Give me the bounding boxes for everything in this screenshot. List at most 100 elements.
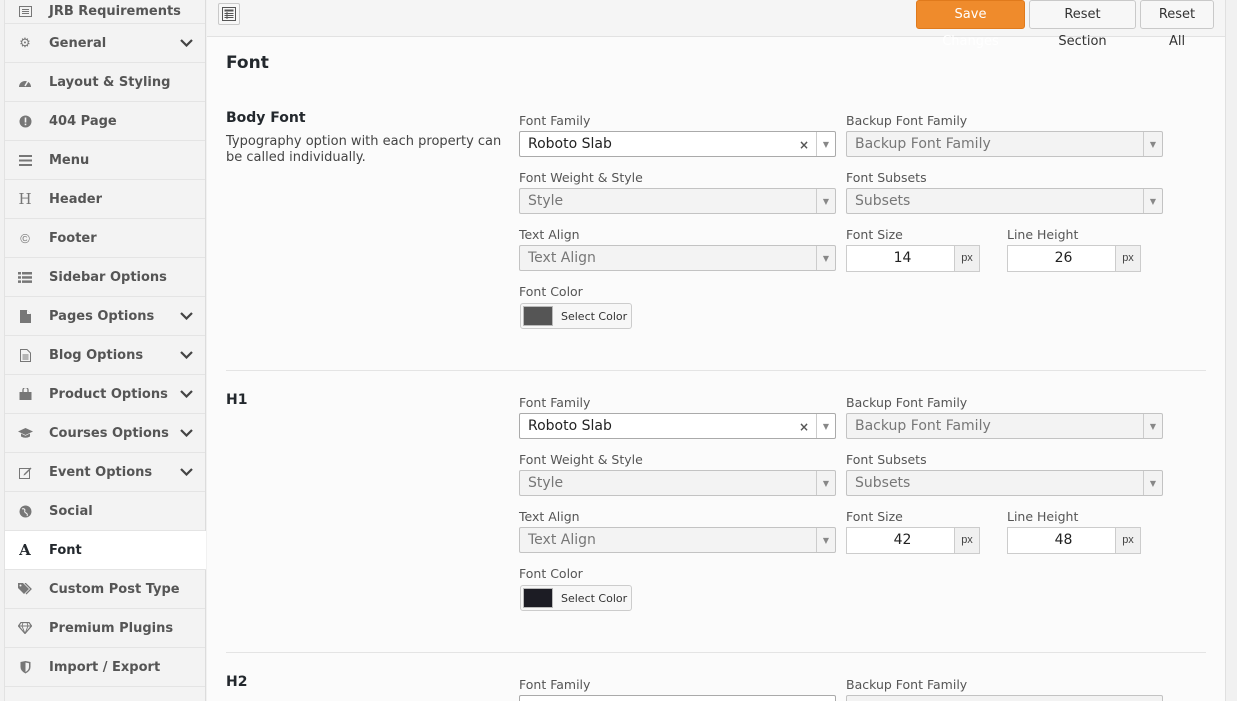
sidebar-item-courses-options[interactable]: Courses Options (5, 414, 205, 453)
font-family-select[interactable]: Roboto Slab × ▼ (519, 413, 836, 439)
sidebar-item-blog-options[interactable]: Blog Options (5, 336, 205, 375)
sidebar-item-404-page[interactable]: 404 Page (5, 102, 205, 141)
sidebar-item-label: Menu (49, 152, 90, 168)
chevron-down-icon[interactable] (180, 390, 193, 398)
backup-font-family-select[interactable]: Backup Font Family ▼ (846, 413, 1163, 439)
select-color-label: Select Color (561, 591, 628, 605)
select-placeholder: Text Align (528, 532, 596, 548)
sidebar-item-import-export[interactable]: Import / Export (5, 648, 205, 687)
chevron-down-icon[interactable] (180, 351, 193, 359)
sidebar-item-sidebar-options[interactable]: Sidebar Options (5, 258, 205, 297)
font-size-field: 14 px (846, 245, 980, 272)
clear-icon[interactable]: × (799, 138, 809, 152)
sidebar-item-social[interactable]: Social (5, 492, 205, 531)
dropdown-arrow-icon[interactable]: ▼ (816, 528, 835, 552)
sidebar-item-header[interactable]: H Header (5, 180, 205, 219)
font-icon: A (19, 541, 31, 559)
backup-font-family-select[interactable] (846, 695, 1163, 701)
font-family-label: Font Family (519, 113, 591, 128)
sidebar-item-product-options[interactable]: Product Options (5, 375, 205, 414)
font-family-select[interactable] (519, 695, 836, 701)
sidebar-item-layout-styling[interactable]: Layout & Styling (5, 63, 205, 102)
chevron-down-icon[interactable] (180, 468, 193, 476)
dropdown-arrow-icon[interactable]: ▼ (816, 189, 835, 213)
save-changes-button[interactable]: Save Changes (916, 0, 1025, 49)
select-placeholder: Text Align (528, 250, 596, 266)
copyright-icon: © (20, 230, 30, 246)
font-color-label: Font Color (519, 284, 583, 299)
header-icon: H (18, 190, 32, 208)
text-align-select[interactable]: Text Align ▼ (519, 245, 836, 271)
font-weight-style-select[interactable]: Style ▼ (519, 470, 836, 496)
file-icon (17, 308, 33, 324)
edit-icon (17, 464, 33, 480)
line-height-input[interactable]: 26 (1007, 245, 1116, 272)
backup-font-family-label: Backup Font Family (846, 677, 968, 692)
sidebar-item-premium-plugins[interactable]: Premium Plugins (5, 609, 205, 648)
font-size-field: 42 px (846, 527, 980, 554)
color-swatch (523, 306, 553, 326)
chevron-down-icon[interactable] (180, 312, 193, 320)
sidebar-item-footer[interactable]: © Footer (5, 219, 205, 258)
list-alt-icon (17, 4, 33, 20)
select-placeholder: Style (528, 193, 564, 209)
sidebar-item-custom-post-type[interactable]: Custom Post Type (5, 570, 205, 609)
sidebar-item-menu[interactable]: Menu (5, 141, 205, 180)
select-color-button[interactable]: Select Color (520, 303, 632, 329)
backup-font-family-label: Backup Font Family (846, 395, 968, 410)
group-title: H2 (226, 674, 248, 690)
sidebar-item-jrb-requirements[interactable]: JRB Requirements (5, 0, 205, 24)
line-height-field: 26 px (1007, 245, 1141, 272)
backup-font-family-label: Backup Font Family (846, 113, 968, 128)
section-title: Font (226, 53, 269, 73)
select-placeholder: Style (528, 475, 564, 491)
dropdown-arrow-icon[interactable]: ▼ (1143, 414, 1162, 438)
font-subsets-select[interactable]: Subsets ▼ (846, 470, 1163, 496)
sidebar-item-font[interactable]: A Font (5, 531, 206, 570)
sidebar-item-label: Font (49, 542, 82, 558)
dropdown-arrow-icon[interactable]: ▼ (1143, 471, 1162, 495)
font-family-select[interactable]: Roboto Slab × ▼ (519, 131, 836, 157)
expand-options-button[interactable] (218, 3, 240, 25)
sidebar-item-event-options[interactable]: Event Options (5, 453, 205, 492)
dropdown-arrow-icon[interactable]: ▼ (1143, 132, 1162, 156)
line-height-field: 48 px (1007, 527, 1141, 554)
clear-icon[interactable]: × (799, 420, 809, 434)
dropdown-arrow-icon[interactable]: ▼ (816, 471, 835, 495)
font-weight-style-select[interactable]: Style ▼ (519, 188, 836, 214)
sidebar-item-label: Layout & Styling (49, 74, 171, 90)
font-weight-style-label: Font Weight & Style (519, 170, 643, 185)
text-align-select[interactable]: Text Align ▼ (519, 527, 836, 553)
unit-addon: px (955, 527, 980, 554)
font-subsets-select[interactable]: Subsets ▼ (846, 188, 1163, 214)
chevron-down-icon[interactable] (180, 39, 193, 47)
dropdown-arrow-icon[interactable]: ▼ (816, 132, 835, 156)
reset-section-button[interactable]: Reset Section (1029, 0, 1136, 49)
sidebar-item-label: JRB Requirements (49, 4, 181, 19)
sidebar-item-label: 404 Page (49, 113, 117, 129)
sidebar-item-general[interactable]: ⚙ General (5, 24, 205, 63)
sidebar-item-pages-options[interactable]: Pages Options (5, 297, 205, 336)
sidebar-item-label: Custom Post Type (49, 581, 180, 597)
sidebar: JRB Requirements ⚙ General Layout & Styl… (4, 0, 206, 701)
dropdown-arrow-icon[interactable]: ▼ (816, 246, 835, 270)
backup-font-family-select[interactable]: Backup Font Family ▼ (846, 131, 1163, 157)
select-placeholder: Subsets (855, 475, 911, 491)
exclamation-circle-icon (17, 113, 33, 129)
text-align-label: Text Align (519, 227, 580, 242)
line-height-label: Line Height (1007, 509, 1079, 524)
cogs-icon: ⚙ (19, 35, 31, 50)
font-size-input[interactable]: 42 (846, 527, 955, 554)
shield-icon (17, 659, 33, 675)
chevron-down-icon[interactable] (180, 429, 193, 437)
font-size-input[interactable]: 14 (846, 245, 955, 272)
group-title: H1 (226, 392, 248, 408)
line-height-input[interactable]: 48 (1007, 527, 1116, 554)
divider (226, 370, 1206, 371)
reset-all-button[interactable]: Reset All (1140, 0, 1214, 49)
select-color-button[interactable]: Select Color (520, 585, 632, 611)
line-height-label: Line Height (1007, 227, 1079, 242)
dropdown-arrow-icon[interactable]: ▼ (1143, 189, 1162, 213)
unit-addon: px (955, 245, 980, 272)
dropdown-arrow-icon[interactable]: ▼ (816, 414, 835, 438)
